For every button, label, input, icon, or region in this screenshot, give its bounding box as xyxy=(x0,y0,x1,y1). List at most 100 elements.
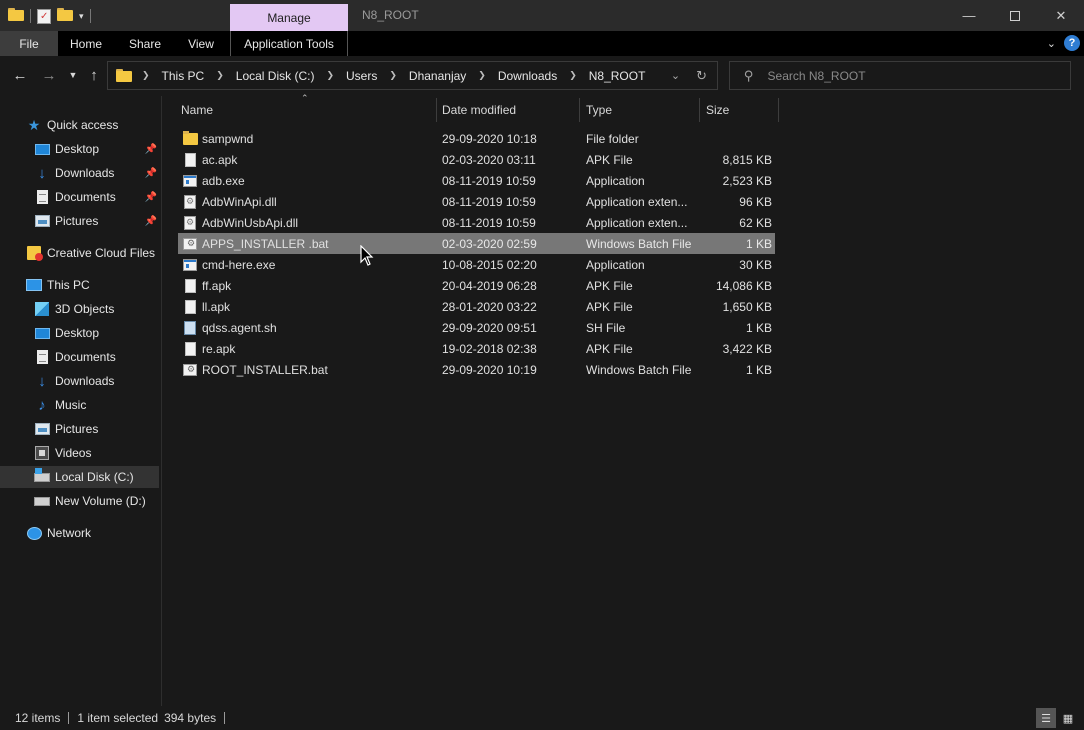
close-button[interactable]: ✕ xyxy=(1038,0,1084,31)
sidebar-item-videos[interactable]: Videos xyxy=(0,442,159,464)
sidebar-item-label: Documents xyxy=(55,350,116,364)
file-row[interactable]: cmd-here.exe 10-08-2015 02:20 Applicatio… xyxy=(178,254,775,275)
tab-view[interactable]: View xyxy=(180,31,222,56)
tab-share[interactable]: Share xyxy=(122,31,168,56)
breadcrumb-dhananjay[interactable]: Dhananjay xyxy=(409,69,466,83)
minimize-icon: — xyxy=(962,8,976,23)
search-box[interactable]: ⚲ xyxy=(729,61,1071,90)
chevron-right-icon[interactable]: ❯ xyxy=(569,70,577,81)
chevron-right-icon[interactable]: ❯ xyxy=(389,70,397,81)
breadcrumb-local-disk[interactable]: Local Disk (C:) xyxy=(236,69,315,83)
chevron-right-icon[interactable]: ❯ xyxy=(478,70,486,81)
sidebar-item-downloads-pinned[interactable]: ↓ Downloads 📌 xyxy=(0,162,159,184)
file-row[interactable]: sampwnd 29-09-2020 10:18 File folder xyxy=(178,128,775,149)
chevron-right-icon[interactable]: ❯ xyxy=(142,70,150,81)
column-divider[interactable] xyxy=(436,98,437,122)
dll-icon xyxy=(182,194,198,210)
tab-home[interactable]: Home xyxy=(62,31,110,56)
file-row[interactable]: ROOT_INSTALLER.bat 29-09-2020 10:19 Wind… xyxy=(178,359,775,380)
up-button[interactable]: ↑ xyxy=(84,65,104,85)
file-row-selected[interactable]: APPS_INSTALLER .bat 02-03-2020 02:59 Win… xyxy=(178,233,775,254)
breadcrumb-n8-root[interactable]: N8_ROOT xyxy=(589,69,646,83)
chevron-right-icon[interactable]: ❯ xyxy=(326,70,334,81)
sidebar-item-quick-access[interactable]: ★ Quick access xyxy=(0,114,159,136)
sidebar-item-pictures-pinned[interactable]: Pictures 📌 xyxy=(0,210,159,232)
refresh-icon[interactable]: ↻ xyxy=(696,68,707,84)
sidebar-item-documents[interactable]: Documents xyxy=(0,346,159,368)
drive-icon xyxy=(34,493,50,509)
file-type: Application xyxy=(586,257,645,272)
forward-button[interactable]: → xyxy=(39,65,59,85)
file-row[interactable]: qdss.agent.sh 29-09-2020 09:51 SH File 1… xyxy=(178,317,775,338)
expand-ribbon-icon[interactable]: ⌄ xyxy=(1047,37,1056,50)
column-header-name[interactable]: Name xyxy=(181,96,433,124)
column-divider[interactable] xyxy=(579,98,580,122)
sidebar-item-3d-objects[interactable]: 3D Objects xyxy=(0,298,159,320)
breadcrumb: ❯ This PC ❯ Local Disk (C:) ❯ Users ❯ Dh… xyxy=(108,62,671,89)
file-row[interactable]: re.apk 19-02-2018 02:38 APK File 3,422 K… xyxy=(178,338,775,359)
column-divider[interactable] xyxy=(699,98,700,122)
sidebar-item-desktop[interactable]: Desktop xyxy=(0,322,159,344)
column-header-type[interactable]: Type xyxy=(586,96,696,124)
sidebar-item-downloads[interactable]: ↓ Downloads xyxy=(0,370,159,392)
sidebar-item-creative-cloud[interactable]: Creative Cloud Files xyxy=(0,242,159,264)
breadcrumb-downloads[interactable]: Downloads xyxy=(498,69,557,83)
breadcrumb-users[interactable]: Users xyxy=(346,69,377,83)
sidebar-item-local-disk[interactable]: Local Disk (C:) xyxy=(0,466,159,488)
column-header-size[interactable]: Size xyxy=(706,96,776,124)
file-size: 3,422 KB xyxy=(722,341,772,356)
back-button[interactable]: ← xyxy=(10,65,30,85)
customize-toolbar-icon[interactable]: ▾ xyxy=(79,11,84,22)
file-name: ff.apk xyxy=(202,278,232,293)
file-row[interactable]: adb.exe 08-11-2019 10:59 Application 2,5… xyxy=(178,170,775,191)
computer-icon xyxy=(26,277,42,293)
sidebar-item-this-pc[interactable]: This PC xyxy=(0,274,159,296)
address-history-icon[interactable]: ⌄ xyxy=(671,69,680,82)
file-row[interactable]: ff.apk 20-04-2019 06:28 APK File 14,086 … xyxy=(178,275,775,296)
sidebar-item-label: Downloads xyxy=(55,166,115,180)
sidebar-item-pictures[interactable]: Pictures xyxy=(0,418,159,440)
application-icon xyxy=(182,173,198,189)
file-row[interactable]: AdbWinApi.dll 08-11-2019 10:59 Applicati… xyxy=(178,191,775,212)
file-type: APK File xyxy=(586,278,633,293)
tab-application-tools[interactable]: Application Tools xyxy=(230,31,348,56)
file-row[interactable]: AdbWinUsbApi.dll 08-11-2019 10:59 Applic… xyxy=(178,212,775,233)
sidebar-item-label: Network xyxy=(47,526,92,540)
file-row[interactable]: ac.apk 02-03-2020 03:11 APK File 8,815 K… xyxy=(178,149,775,170)
file-row[interactable]: ll.apk 28-01-2020 03:22 APK File 1,650 K… xyxy=(178,296,775,317)
arrow-up-icon: ↑ xyxy=(90,66,98,84)
music-icon: ♪ xyxy=(38,396,46,414)
search-input[interactable] xyxy=(767,68,1058,83)
recent-locations-button[interactable]: ▼ xyxy=(66,65,80,85)
file-date: 20-04-2019 06:28 xyxy=(442,278,537,293)
help-icon[interactable]: ? xyxy=(1064,35,1080,51)
maximize-button[interactable] xyxy=(992,0,1038,31)
sidebar-item-music[interactable]: ♪ Music xyxy=(0,394,159,416)
sidebar-item-desktop-pinned[interactable]: Desktop 📌 xyxy=(0,138,159,160)
file-type: Application xyxy=(586,173,645,188)
manage-context-tab[interactable]: Manage xyxy=(230,4,348,31)
star-icon: ★ xyxy=(27,116,41,133)
status-divider xyxy=(68,712,70,724)
chevron-right-icon[interactable]: ❯ xyxy=(216,70,224,81)
minimize-button[interactable]: — xyxy=(946,0,992,31)
search-icon: ⚲ xyxy=(744,67,754,83)
details-view-button[interactable]: ☰ xyxy=(1036,708,1056,728)
sidebar-item-network[interactable]: Network xyxy=(0,522,159,544)
large-icons-view-button[interactable]: ▦ xyxy=(1058,708,1078,728)
file-type: Windows Batch File xyxy=(586,362,692,377)
properties-icon[interactable]: ✓ xyxy=(37,8,51,24)
pin-icon: 📌 xyxy=(144,191,157,203)
address-bar[interactable]: ❯ This PC ❯ Local Disk (C:) ❯ Users ❯ Dh… xyxy=(107,61,718,90)
quick-access-toolbar: ✓ ▾ xyxy=(8,5,91,27)
breadcrumb-this-pc[interactable]: This PC xyxy=(162,69,205,83)
column-divider[interactable] xyxy=(778,98,779,122)
folder-icon xyxy=(116,69,132,82)
sidebar-item-documents-pinned[interactable]: Documents 📌 xyxy=(0,186,159,208)
sidebar-item-new-volume[interactable]: New Volume (D:) xyxy=(0,490,159,512)
file-icon xyxy=(182,152,198,168)
toolbar-divider xyxy=(30,9,31,23)
column-header-date[interactable]: Date modified xyxy=(442,96,576,124)
tab-file[interactable]: File xyxy=(0,31,58,56)
new-folder-icon[interactable] xyxy=(57,8,73,24)
